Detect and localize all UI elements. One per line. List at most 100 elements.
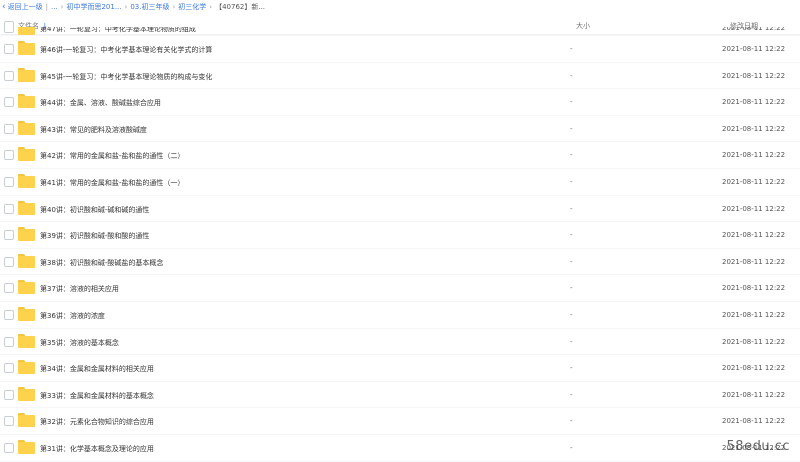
file-name[interactable]: 第33讲：金属和金属材料的基本概念 <box>40 391 154 401</box>
file-name[interactable]: 第38讲：初识酸和碱-酸碱盐的基本概念 <box>40 258 163 268</box>
file-date: 2021-08-11 12:22 <box>722 310 786 319</box>
row-checkbox[interactable] <box>4 256 14 267</box>
folder-icon <box>18 306 35 321</box>
table-row[interactable]: 第42讲：常用的金属和盐-盐和盐的通性（二） - 2021-08-11 12:22 <box>0 142 800 169</box>
table-row[interactable]: 第39讲：初识酸和碱-酸和酸的通性 - 2021-08-11 12:22 <box>0 222 800 249</box>
table-row[interactable]: 第32讲：元素化合物知识的综合应用 - 2021-08-11 12:22 <box>0 408 800 435</box>
back-arrow-icon[interactable]: ‹ <box>2 2 6 12</box>
file-date: 2021-08-11 12:22 <box>722 257 786 266</box>
file-name[interactable]: 第34讲：金属和金属材料的相关应用 <box>40 364 154 374</box>
breadcrumb-item-current: 【40762】新... <box>215 3 266 11</box>
row-checkbox[interactable] <box>4 336 14 347</box>
file-date: 2021-08-11 12:22 <box>722 27 786 32</box>
file-size: - <box>570 257 573 266</box>
folder-icon <box>18 200 35 215</box>
file-date: 2021-08-11 12:22 <box>722 124 786 133</box>
table-row[interactable]: 第41讲：常用的金属和盐-盐和盐的通性（一） - 2021-08-11 12:22 <box>0 169 800 196</box>
file-size: - <box>570 151 573 160</box>
table-row[interactable]: 第35讲：溶液的基本概念 - 2021-08-11 12:22 <box>0 329 800 356</box>
breadcrumb-item-grade[interactable]: 03.初三年级 <box>129 2 170 12</box>
row-checkbox[interactable] <box>4 150 14 161</box>
folder-icon <box>18 173 35 188</box>
file-size: - <box>570 98 573 107</box>
file-name[interactable]: 第41讲：常用的金属和盐-盐和盐的通性（一） <box>40 178 184 188</box>
file-size: - <box>570 71 573 80</box>
file-name[interactable]: 第47讲：一轮复习：中考化学基本理论物质的组成 <box>40 27 196 34</box>
breadcrumb-item-subject[interactable]: 初三化学 <box>177 2 207 12</box>
file-size: - <box>570 45 573 53</box>
file-name[interactable]: 第44讲：金属、溶液、酸碱盐综合应用 <box>40 98 161 108</box>
breadcrumb-back[interactable]: 返回上一级 <box>7 2 44 12</box>
file-name[interactable]: 第32讲：元素化合物知识的综合应用 <box>40 417 154 427</box>
table-row[interactable]: 第45讲-一轮复习：中考化学基本理论物质的构成与变化 - 2021-08-11 12… <box>0 63 800 90</box>
row-checkbox[interactable] <box>4 97 14 108</box>
folder-icon <box>18 94 35 109</box>
file-date: 2021-08-11 12:22 <box>722 98 786 107</box>
file-name[interactable]: 第42讲：常用的金属和盐-盐和盐的通性（二） <box>40 151 184 161</box>
table-row[interactable]: 第38讲：初识酸和碱-酸碱盐的基本概念 - 2021-08-11 12:22 <box>0 249 800 276</box>
file-date: 2021-08-11 12:22 <box>722 284 786 293</box>
table-row[interactable]: 第43讲：常见的肥料及溶液酸碱度 - 2021-08-11 12:22 <box>0 116 800 143</box>
folder-icon <box>18 41 35 55</box>
file-list: 第47讲：一轮复习：中考化学基本理论物质的组成 2021-08-11 12:22 第… <box>0 27 800 462</box>
file-date: 2021-08-11 12:22 <box>722 151 786 160</box>
file-date: 2021-08-11 12:22 <box>722 71 786 80</box>
file-date: 2021-08-11 12:22 <box>722 231 786 240</box>
file-size: - <box>570 310 573 319</box>
table-row[interactable]: 第37讲：溶液的相关应用 - 2021-08-11 12:22 <box>0 275 800 302</box>
folder-icon <box>18 360 35 375</box>
chevron-right-icon: › <box>60 3 64 11</box>
row-checkbox[interactable] <box>4 309 14 320</box>
folder-icon <box>18 253 35 268</box>
chevron-right-icon: › <box>172 3 176 11</box>
chevron-right-icon: › <box>124 3 128 11</box>
table-row[interactable]: 第33讲：金属和金属材料的基本概念 - 2021-08-11 12:22 <box>0 382 800 409</box>
file-size: - <box>570 124 573 133</box>
folder-icon <box>18 67 35 82</box>
row-checkbox[interactable] <box>4 123 14 134</box>
file-name[interactable]: 第31讲：化学基本概念及理论的应用 <box>40 444 154 454</box>
watermark-logo: 58edu.cc <box>726 439 790 454</box>
row-checkbox[interactable] <box>4 203 14 214</box>
file-name[interactable]: 第36讲：溶液的浓度 <box>40 311 105 321</box>
row-checkbox[interactable] <box>4 363 14 374</box>
file-date: 2021-08-11 12:22 <box>722 417 786 426</box>
table-row[interactable]: 第47讲：一轮复习：中考化学基本理论物质的组成 2021-08-11 12:22 <box>0 27 800 36</box>
table-row[interactable]: 第46讲-一轮复习：中考化学基本理论有关化学式的计算 - 2021-08-11 12… <box>0 36 800 63</box>
row-checkbox[interactable] <box>4 389 14 400</box>
file-date: 2021-08-11 12:22 <box>722 364 786 373</box>
breadcrumb-ellipsis[interactable]: ... <box>50 3 59 11</box>
breadcrumb-item-course[interactable]: 初中学而思201... <box>65 2 122 12</box>
table-row[interactable]: 第40讲：初识酸和碱-碱和碱的通性 - 2021-08-11 12:22 <box>0 196 800 223</box>
table-row[interactable]: 第44讲：金属、溶液、酸碱盐综合应用 - 2021-08-11 12:22 <box>0 89 800 116</box>
folder-icon <box>18 333 35 348</box>
row-checkbox[interactable] <box>4 27 14 33</box>
row-checkbox[interactable] <box>4 44 14 54</box>
file-size: - <box>570 443 573 452</box>
file-date: 2021-08-11 12:22 <box>722 390 786 399</box>
file-size: - <box>570 204 573 213</box>
row-checkbox[interactable] <box>4 176 14 187</box>
file-size: - <box>570 364 573 373</box>
file-name[interactable]: 第46讲-一轮复习：中考化学基本理论有关化学式的计算 <box>40 45 212 55</box>
folder-icon <box>18 280 35 295</box>
file-name[interactable]: 第45讲-一轮复习：中考化学基本理论物质的构成与变化 <box>40 72 212 82</box>
folder-icon <box>18 413 35 428</box>
file-name[interactable]: 第37讲：溶液的相关应用 <box>40 284 119 294</box>
chevron-right-icon: › <box>209 3 213 11</box>
file-size: - <box>570 390 573 399</box>
table-row[interactable]: 第36讲：溶液的浓度 - 2021-08-11 12:22 <box>0 302 800 329</box>
file-date: 2021-08-11 12:22 <box>722 204 786 213</box>
row-checkbox[interactable] <box>4 70 14 81</box>
file-name[interactable]: 第35讲：溶液的基本概念 <box>40 338 119 348</box>
file-name[interactable]: 第39讲：初识酸和碱-酸和酸的通性 <box>40 231 149 241</box>
file-size: - <box>570 337 573 346</box>
row-checkbox[interactable] <box>4 230 14 241</box>
table-row[interactable]: 第34讲：金属和金属材料的相关应用 - 2021-08-11 12:22 <box>0 355 800 382</box>
table-row[interactable]: 第31讲：化学基本概念及理论的应用 -2021-08-11 12:22 <box>0 435 800 462</box>
row-checkbox[interactable] <box>4 416 14 427</box>
row-checkbox[interactable] <box>4 442 14 453</box>
file-name[interactable]: 第40讲：初识酸和碱-碱和碱的通性 <box>40 205 149 215</box>
file-name[interactable]: 第43讲：常见的肥料及溶液酸碱度 <box>40 125 147 135</box>
row-checkbox[interactable] <box>4 283 14 294</box>
